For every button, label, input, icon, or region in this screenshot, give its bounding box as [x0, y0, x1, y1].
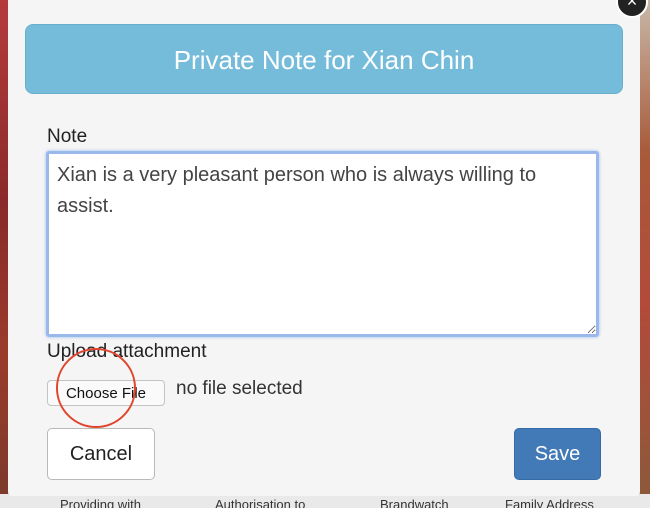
private-note-modal: Private Note for Xian Chin × Note Xian i… — [8, 0, 648, 496]
choose-file-button[interactable]: Choose File — [47, 380, 165, 406]
note-label: Note — [47, 126, 88, 147]
backdrop-text: Family Address — [505, 497, 594, 508]
note-textarea[interactable]: Xian is a very pleasant person who is al… — [46, 151, 599, 337]
cancel-button[interactable]: Cancel — [47, 428, 155, 480]
modal-title: Private Note for Xian Chin — [25, 24, 623, 94]
file-status-text: no file selected — [176, 378, 303, 399]
upload-attachment-label: Upload attachment — [47, 341, 207, 362]
save-button[interactable]: Save — [514, 428, 601, 480]
backdrop-text: Providing with — [60, 497, 141, 508]
backdrop-left — [0, 0, 8, 508]
backdrop-text: Authorisation to — [215, 497, 306, 508]
backdrop-page-strip: Providing with Authorisation to Brandwat… — [0, 494, 650, 508]
backdrop-right — [640, 0, 650, 508]
backdrop-text: Brandwatch — [380, 497, 449, 508]
